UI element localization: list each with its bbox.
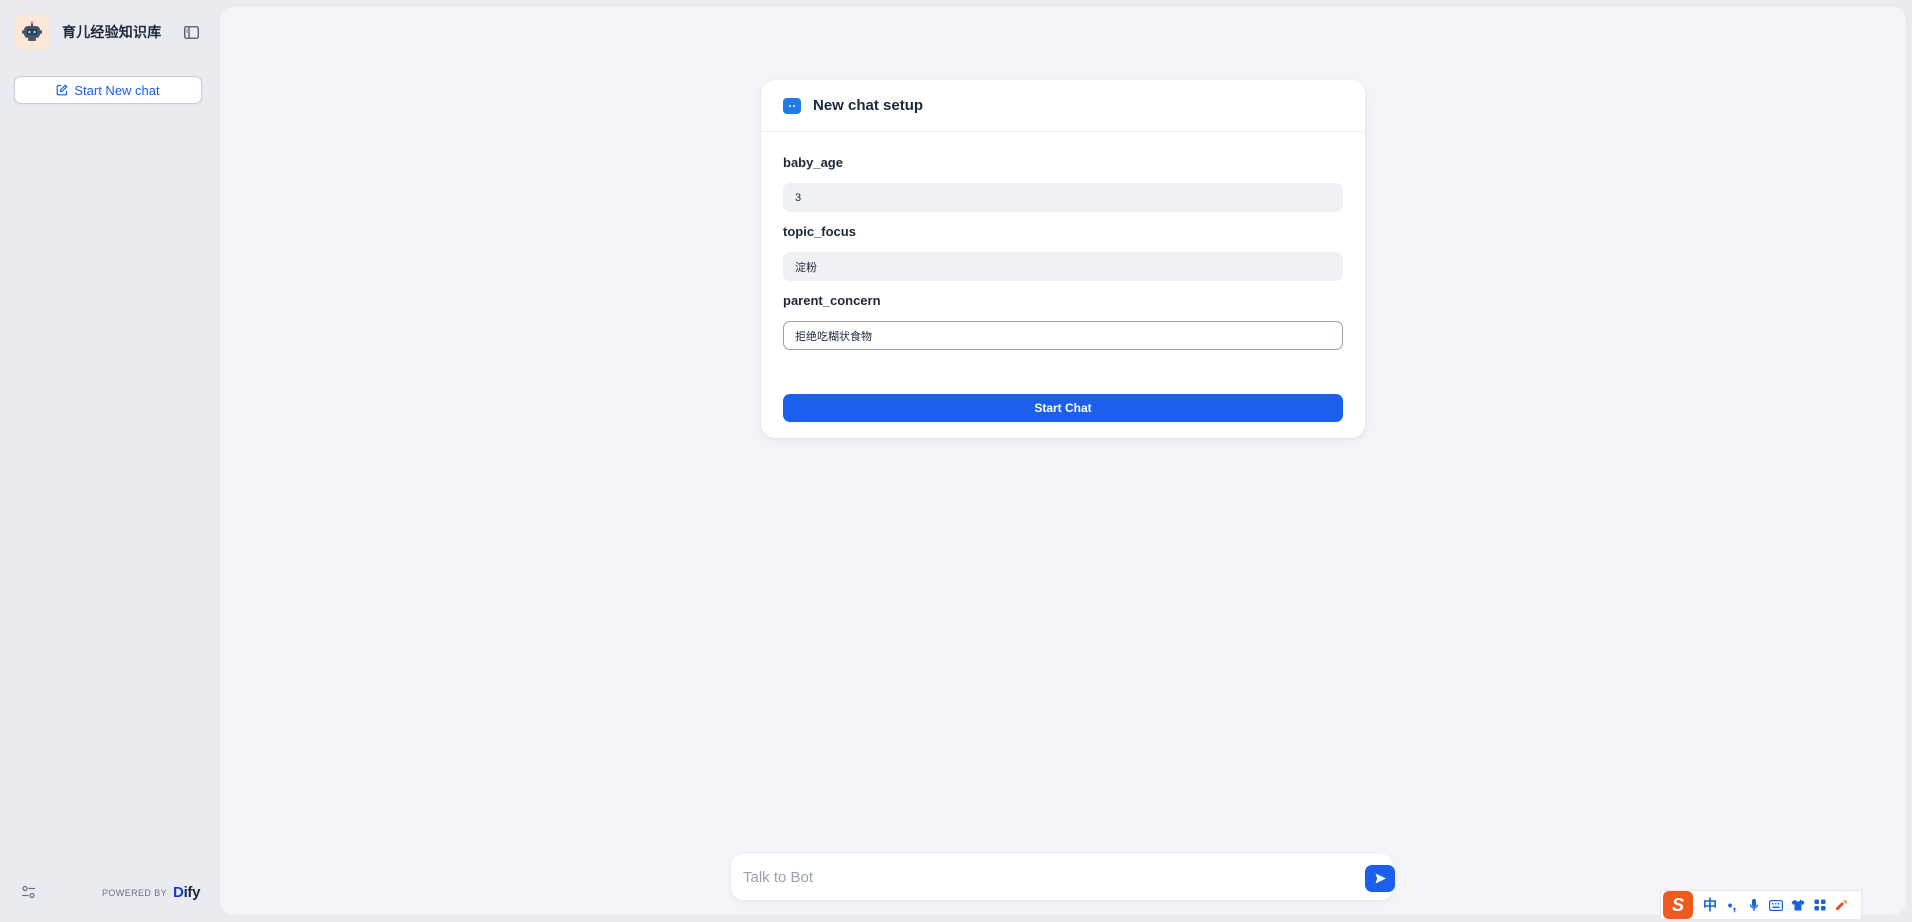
field-label-parent-concern: parent_concern — [783, 293, 881, 308]
powered-by: POWERED BY Dify — [102, 884, 200, 901]
tool-icon[interactable] — [1831, 894, 1853, 916]
field-parent-concern: parent_concern — [783, 293, 1343, 350]
card-title: New chat setup — [813, 97, 924, 114]
grid-icon[interactable] — [1809, 894, 1831, 916]
start-new-chat-button[interactable]: Start New chat — [14, 76, 202, 104]
field-label-topic-focus: topic_focus — [783, 224, 856, 239]
edit-icon — [56, 84, 68, 96]
app-brand: 育儿经验知识库 — [14, 14, 204, 50]
chat-bubble-icon — [783, 97, 801, 114]
parent-concern-input[interactable] — [783, 321, 1343, 350]
field-label-baby-age: baby_age — [783, 155, 843, 170]
field-baby-age: baby_age — [783, 155, 1343, 212]
powered-by-label: POWERED BY — [102, 887, 168, 898]
sidebar-toggle-icon[interactable] — [183, 24, 199, 40]
dify-logo-d: D — [173, 884, 184, 901]
robot-avatar-icon — [14, 14, 50, 50]
app-title: 育儿经验知识库 — [62, 24, 162, 40]
main-panel: New chat setup baby_age topic_focus pare… — [220, 7, 1906, 915]
ime-punctuation-toggle[interactable]: •, — [1721, 894, 1743, 916]
sidebar: 育儿经验知识库 Start New chat POWERED BY Dify — [0, 0, 220, 922]
ime-mode-toggle[interactable]: 中 — [1699, 894, 1721, 916]
microphone-icon[interactable] — [1743, 894, 1765, 916]
chat-input[interactable] — [743, 854, 1333, 900]
settings-sliders-icon[interactable] — [21, 885, 37, 901]
dify-logo-rest: ify — [183, 884, 201, 901]
topic-focus-input[interactable] — [783, 252, 1343, 281]
shirt-icon[interactable] — [1787, 894, 1809, 916]
chat-composer — [731, 854, 1395, 900]
new-chat-setup-card: New chat setup baby_age topic_focus pare… — [761, 80, 1365, 438]
baby-age-input[interactable] — [783, 183, 1343, 212]
card-header: New chat setup — [761, 80, 1365, 132]
ime-logo[interactable]: S — [1663, 891, 1693, 919]
send-icon[interactable] — [1365, 865, 1395, 892]
dify-logo[interactable]: Dify — [173, 884, 200, 901]
keyboard-icon[interactable] — [1765, 894, 1787, 916]
start-chat-button[interactable]: Start Chat — [783, 394, 1343, 422]
start-new-chat-label: Start New chat — [74, 82, 160, 98]
ime-toolbar: S 中 •, — [1660, 890, 1862, 920]
field-topic-focus: topic_focus — [783, 224, 1343, 281]
